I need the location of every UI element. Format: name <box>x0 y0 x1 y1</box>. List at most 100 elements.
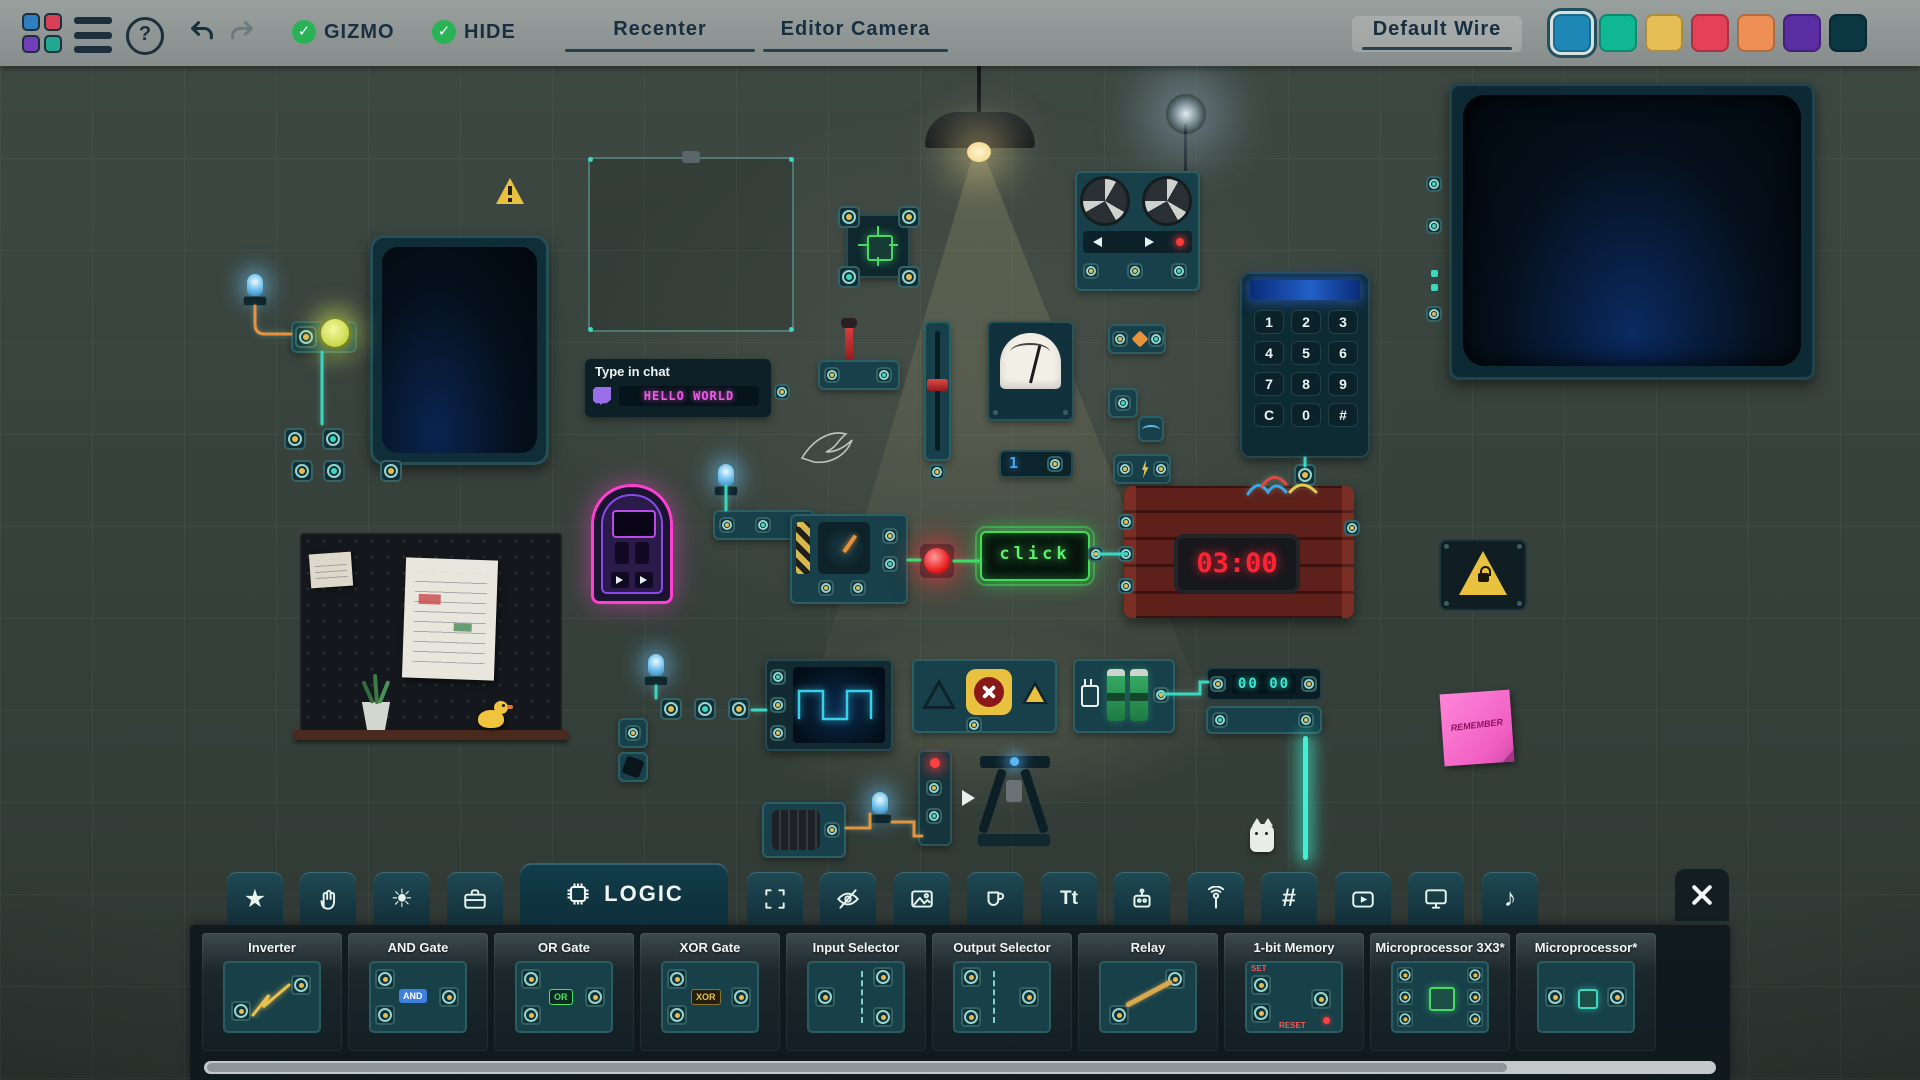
jukebox-button[interactable] <box>611 572 629 588</box>
lock-sign[interactable] <box>1439 539 1527 611</box>
connector-node[interactable] <box>898 206 920 228</box>
connector-node[interactable] <box>1117 461 1133 477</box>
connector-node[interactable] <box>1153 687 1169 703</box>
tablet-screen[interactable] <box>370 235 549 465</box>
scrollbar-thumb[interactable] <box>207 1063 1508 1072</box>
connector-node[interactable] <box>1298 712 1314 728</box>
led-lamp[interactable] <box>872 792 888 814</box>
keypad-key[interactable]: 7 <box>1254 372 1284 396</box>
connector-node[interactable] <box>625 725 641 741</box>
oscilloscope[interactable] <box>765 659 893 751</box>
bomb[interactable]: 03:00 <box>1118 486 1360 618</box>
play-icon[interactable] <box>1145 237 1154 247</box>
wire-color-dark-teal[interactable] <box>1829 14 1867 52</box>
gizmo-module[interactable] <box>618 752 648 782</box>
connector-node[interactable] <box>824 822 840 838</box>
tab-toolbox[interactable] <box>447 872 503 925</box>
led-lamp[interactable] <box>648 654 664 676</box>
tab-channels[interactable]: # <box>1261 872 1317 925</box>
tab-favorites[interactable]: ★ <box>227 872 283 925</box>
keypad-key[interactable]: 9 <box>1328 372 1358 396</box>
connector-node[interactable] <box>774 384 790 400</box>
default-wire-selector[interactable]: Default Wire <box>1352 16 1522 52</box>
gizmo-module[interactable] <box>618 718 648 748</box>
palette-item-relay[interactable]: Relay <box>1078 933 1218 1051</box>
connector-node[interactable] <box>1148 331 1164 347</box>
tab-bots[interactable] <box>1114 872 1170 925</box>
palette-item-and-gate[interactable]: AND Gate AND <box>348 933 488 1051</box>
rewind-icon[interactable] <box>1093 237 1102 247</box>
crt-monitor[interactable] <box>1449 83 1815 380</box>
connector-node[interactable] <box>1426 176 1442 192</box>
palette-item-inverter[interactable]: Inverter <box>202 933 342 1051</box>
power-module[interactable] <box>1113 454 1171 484</box>
chat-panel[interactable]: Type in chat HELLO WORLD <box>585 359 771 417</box>
coil-module[interactable] <box>762 802 846 858</box>
tab-video[interactable] <box>1335 872 1391 925</box>
keypad-key[interactable]: 2 <box>1291 310 1321 334</box>
palette-item-microprocessor[interactable]: Microprocessor* <box>1516 933 1656 1051</box>
connector-node[interactable] <box>1112 331 1128 347</box>
machine-assembly[interactable] <box>918 750 1053 862</box>
connector-node[interactable] <box>719 517 735 533</box>
wire-color-orange[interactable] <box>1737 14 1775 52</box>
led-lamp[interactable] <box>718 464 734 486</box>
menu-icon[interactable] <box>74 15 112 55</box>
help-icon[interactable]: ? <box>126 17 164 55</box>
gizmo-module[interactable] <box>1108 324 1166 354</box>
connector-node[interactable] <box>1088 546 1104 562</box>
tab-hidden[interactable] <box>820 872 876 925</box>
connector-node[interactable] <box>291 460 313 482</box>
editor-camera-button[interactable]: Editor Camera <box>763 18 948 52</box>
connector-node[interactable] <box>1426 306 1442 322</box>
connector-node[interactable] <box>1426 218 1442 234</box>
connector-node[interactable] <box>770 697 786 713</box>
palette-item-input-selector[interactable]: Input Selector <box>786 933 926 1051</box>
click-sign-button[interactable]: click <box>975 526 1095 586</box>
slider-handle[interactable] <box>927 379 948 391</box>
close-panel-button[interactable] <box>1675 869 1729 921</box>
signal-module[interactable] <box>1138 416 1164 442</box>
connector-node[interactable] <box>1118 578 1134 594</box>
keypad-key[interactable]: 8 <box>1291 372 1321 396</box>
connector-node[interactable] <box>284 428 306 450</box>
tab-logic[interactable]: LOGIC <box>520 863 728 925</box>
connector-node[interactable] <box>1171 263 1187 279</box>
pinned-note[interactable] <box>308 551 354 589</box>
connector-node[interactable] <box>1118 546 1134 562</box>
gizmo-toggle[interactable]: ✓ GIZMO <box>292 20 395 44</box>
connector-node[interactable] <box>850 580 866 596</box>
battery-module[interactable] <box>1073 659 1175 733</box>
voltmeter[interactable] <box>987 321 1074 421</box>
wire-color-teal[interactable] <box>1599 14 1637 52</box>
connector-node[interactable] <box>323 460 345 482</box>
keypad-key[interactable]: 3 <box>1328 310 1358 334</box>
connector-node[interactable] <box>1127 263 1143 279</box>
slider-module[interactable] <box>924 321 951 461</box>
connector-node[interactable] <box>898 266 920 288</box>
wire-color-yellow[interactable] <box>1645 14 1683 52</box>
tab-displays[interactable] <box>1408 872 1464 925</box>
connector-node[interactable] <box>882 556 898 572</box>
jukebox[interactable] <box>591 484 673 604</box>
connector-node[interactable] <box>755 517 771 533</box>
connector-node[interactable] <box>295 326 317 348</box>
keypad-key[interactable]: 6 <box>1328 341 1358 365</box>
palette-item-microprocessor-3x3[interactable]: Microprocessor 3X3* <box>1370 933 1510 1051</box>
connector-node[interactable] <box>926 780 942 796</box>
pinned-note[interactable] <box>401 557 499 681</box>
keypad-key[interactable]: C <box>1254 403 1284 427</box>
sticky-note[interactable]: REMEMBER <box>1439 689 1515 767</box>
connector-node[interactable] <box>1083 263 1099 279</box>
connector-node[interactable] <box>1210 676 1226 692</box>
wire-color-red[interactable] <box>1691 14 1729 52</box>
connector-node[interactable] <box>824 367 840 383</box>
keypad-key[interactable]: 1 <box>1254 310 1284 334</box>
palette-item-or-gate[interactable]: OR Gate OR <box>494 933 634 1051</box>
hide-toggle[interactable]: ✓ HIDE <box>432 20 516 44</box>
tab-signals[interactable] <box>1188 872 1244 925</box>
palette-item-output-selector[interactable]: Output Selector <box>932 933 1072 1051</box>
connector-node[interactable] <box>1294 464 1316 486</box>
led-lamp[interactable] <box>247 274 263 296</box>
tab-decals[interactable] <box>894 872 950 925</box>
